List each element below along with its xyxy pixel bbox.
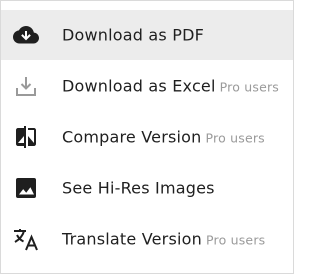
pro-users-badge: Pro users: [205, 232, 266, 248]
menu-item-hi-res-images[interactable]: See Hi-Res Images: [1, 163, 293, 213]
translate-icon: [13, 226, 39, 252]
pro-users-badge: Pro users: [205, 130, 265, 146]
menu-item-translate-version[interactable]: Translate Version Pro users: [1, 214, 293, 264]
menu-item-label: Download as PDF: [62, 25, 205, 45]
image-icon: [13, 175, 39, 201]
pro-users-badge: Pro users: [219, 79, 280, 95]
menu-item-download-pdf[interactable]: Download as PDF: [1, 10, 293, 60]
menu-item-label: Translate Version Pro users: [62, 229, 266, 249]
tray-download-icon: [13, 73, 39, 99]
menu-item-compare-version[interactable]: Compare Version Pro users: [1, 112, 293, 162]
menu-item-label: See Hi-Res Images: [62, 178, 215, 198]
menu-item-label: Compare Version Pro users: [62, 127, 265, 147]
compare-icon: [13, 124, 39, 150]
cloud-download-icon: [13, 22, 39, 48]
menu-item-download-excel[interactable]: Download as Excel Pro users: [1, 61, 293, 111]
menu-item-label: Download as Excel Pro users: [62, 76, 280, 96]
context-menu: Download as PDF Download as Excel Pro use…: [0, 0, 294, 274]
